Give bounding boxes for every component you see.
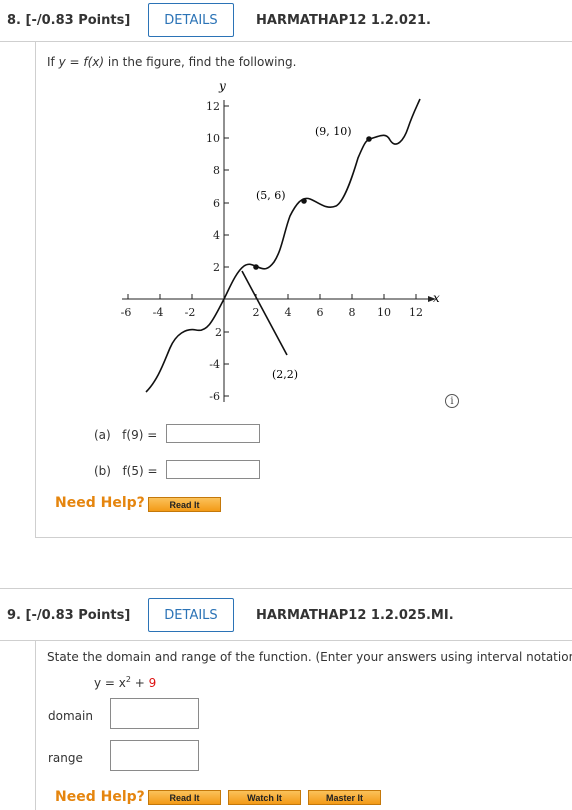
q9-details-button[interactable]: DETAILS xyxy=(148,598,234,632)
label-5-6: (5, 6) xyxy=(256,189,286,202)
x-tick-label: 4 xyxy=(285,306,292,319)
x-tick-label: 12 xyxy=(409,306,423,319)
q9-function: y = x2 + 9 xyxy=(94,675,156,690)
y-tick-label: 2 xyxy=(213,261,220,274)
x-tick-marks xyxy=(127,294,417,299)
q9-prompt: State the domain and range of the functi… xyxy=(47,650,572,664)
q8-answer-b-input[interactable] xyxy=(166,460,260,479)
point-9-10 xyxy=(366,136,372,142)
q9-header-divider xyxy=(0,640,572,641)
q9-need-help: Need Help? xyxy=(55,789,145,805)
q8-read-it-button[interactable]: Read It xyxy=(148,497,221,512)
q9-points: 9. [-/0.83 Points] xyxy=(7,608,131,623)
label-9-10: (9, 10) xyxy=(315,125,352,138)
q9-top-divider xyxy=(0,588,572,589)
y-tick-marks xyxy=(224,105,229,397)
x-tick-labels: -6 -4 -2 2 4 6 8 10 12 xyxy=(121,306,423,319)
y-tick-label: 10 xyxy=(206,132,220,145)
q8-prompt-equation: y = f(x) xyxy=(58,55,105,69)
y-tick-label: 12 xyxy=(206,100,220,113)
q8-part-a-expr: f(9) = xyxy=(122,428,158,442)
info-icon[interactable]: i xyxy=(445,394,459,408)
q8-header-divider xyxy=(0,41,572,42)
label-2-2: (2,2) xyxy=(272,368,298,381)
q9-header: 9. [-/0.83 Points] DETAILS HARMATHAP12 1… xyxy=(0,595,572,637)
y-tick-label: 6 xyxy=(213,197,220,210)
q8-answer-a-input[interactable] xyxy=(166,424,260,443)
y-tick-label: 2 xyxy=(215,326,222,339)
q8-prompt-post: in the figure, find the following. xyxy=(104,55,297,69)
q9-read-it-button[interactable]: Read It xyxy=(148,790,221,805)
x-tick-label: 10 xyxy=(377,306,391,319)
q8-prompt: If y = f(x) in the figure, find the foll… xyxy=(47,55,296,69)
y-tick-labels: 12 10 8 6 4 2 2 -4 -6 xyxy=(206,100,222,403)
q9-watch-it-button[interactable]: Watch It xyxy=(228,790,301,805)
q8-points: 8. [-/0.83 Points] xyxy=(7,13,131,28)
q8-need-help: Need Help? xyxy=(55,495,145,511)
q9-range-label: range xyxy=(48,751,83,765)
y-tick-label: -6 xyxy=(209,390,220,403)
q9-master-it-button[interactable]: Master It xyxy=(308,790,381,805)
point-5-6 xyxy=(301,198,307,204)
x-tick-label: -2 xyxy=(185,306,196,319)
x-tick-label: -4 xyxy=(153,306,164,319)
q9-code: HARMATHAP12 1.2.025.MI. xyxy=(256,608,454,623)
q9-left-border xyxy=(35,641,36,810)
q8-bottom-border xyxy=(35,537,572,538)
y-axis-label: y xyxy=(218,79,226,93)
q9-range-input[interactable] xyxy=(110,740,199,771)
q9-function-lhs: y = x xyxy=(94,676,126,690)
q8-function-graph: y x 12 10 8 6 4 2 2 -4 -6 -6 -4 -2 2 4 6… xyxy=(121,79,440,403)
x-tick-label: 6 xyxy=(317,306,324,319)
q8-details-button[interactable]: DETAILS xyxy=(148,3,234,37)
y-tick-label: 8 xyxy=(213,164,220,177)
x-tick-label: 2 xyxy=(253,306,260,319)
q9-function-constant: 9 xyxy=(148,676,157,690)
y-tick-label: -4 xyxy=(209,358,220,371)
x-axis-label: x xyxy=(433,291,440,305)
q8-part-a: (a) f(9) = xyxy=(94,428,157,442)
x-tick-label: -6 xyxy=(121,306,132,319)
q8-pointer-line xyxy=(241,270,288,356)
q8-prompt-pre: If xyxy=(47,55,59,69)
q9-domain-label: domain xyxy=(48,709,93,723)
q8-header: 8. [-/0.83 Points] DETAILS HARMATHAP12 1… xyxy=(0,0,572,42)
x-tick-label: 8 xyxy=(349,306,356,319)
q9-domain-input[interactable] xyxy=(110,698,199,729)
point-2-2 xyxy=(253,264,259,270)
y-tick-label: 4 xyxy=(213,229,220,242)
q8-part-a-label: (a) xyxy=(94,428,111,442)
q8-left-border xyxy=(35,42,36,538)
q9-function-plus: + xyxy=(130,676,149,690)
q8-code: HARMATHAP12 1.2.021. xyxy=(256,13,431,28)
q8-part-b-label: (b) xyxy=(94,464,111,478)
q8-part-b-expr: f(5) = xyxy=(122,464,158,478)
q8-part-b: (b) f(5) = xyxy=(94,464,158,478)
